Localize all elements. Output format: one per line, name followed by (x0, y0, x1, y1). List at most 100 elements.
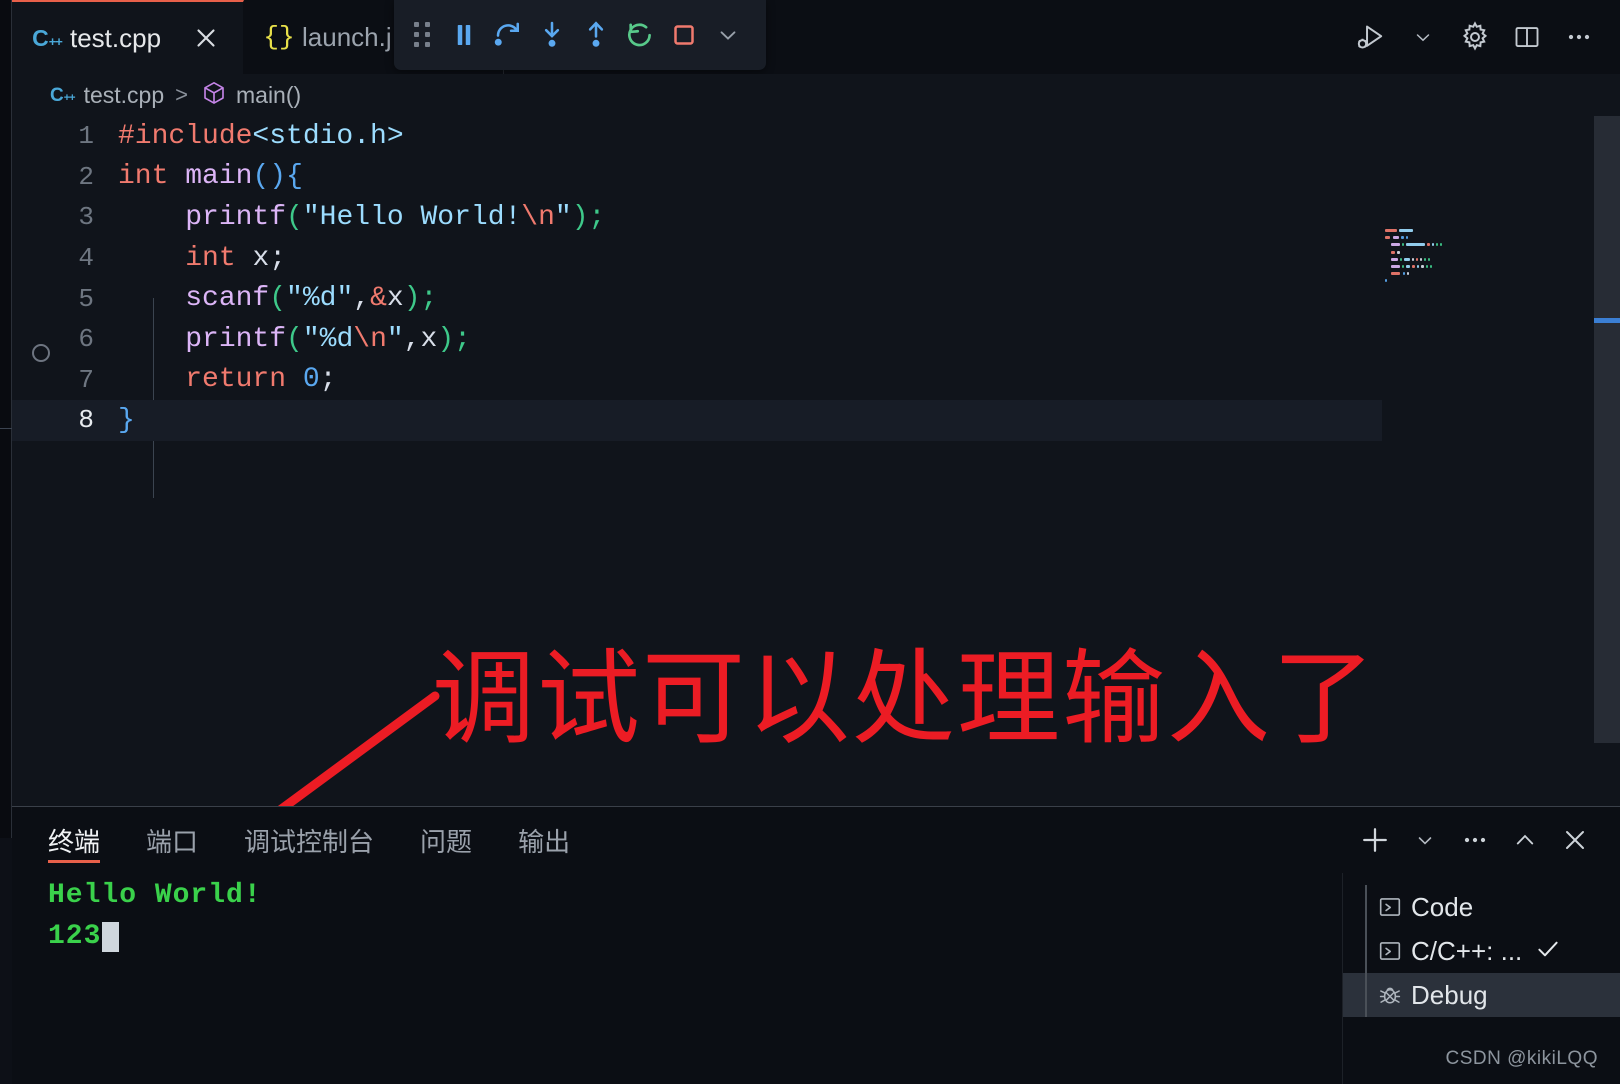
code-line[interactable]: 3 printf("Hello World!\n"); (12, 197, 1620, 238)
plus-icon[interactable] (1352, 817, 1398, 863)
breadcrumb-file[interactable]: test.cpp (84, 82, 165, 109)
code-token: \n (521, 201, 555, 233)
bottom-panel: 终端 端口 调试控制台 问题 输出 Hello World! 123 Code … (12, 806, 1620, 1084)
code-token: ( (269, 283, 287, 315)
list-indent-bar (1365, 929, 1367, 973)
minimap-token (1405, 236, 1408, 240)
scrollbar-slider[interactable] (1594, 116, 1620, 743)
terminal-list-item[interactable]: Code (1343, 885, 1620, 929)
breadcrumb-separator: > (175, 82, 188, 107)
check-icon (1534, 935, 1562, 968)
line-number: 6 (78, 324, 94, 355)
minimap-token (1420, 257, 1423, 261)
code-line[interactable]: 5 scanf("%d",&x); (12, 278, 1620, 319)
minimap-token (1405, 264, 1411, 268)
terminal-list-item[interactable]: Debug (1343, 973, 1620, 1017)
minimap-token (1430, 264, 1433, 268)
chevron-down-icon[interactable] (1400, 14, 1446, 60)
line-number: 7 (78, 364, 94, 395)
close-icon[interactable] (1552, 817, 1598, 863)
code-token: main (185, 161, 253, 193)
tab-test-cpp[interactable]: C ++ test.cpp (12, 0, 244, 74)
vscode-window: C ++ test.cpp {} launch.j C ++ test.cpp … (0, 0, 1620, 1084)
code-token: "Hello World! (302, 201, 522, 233)
step-over-icon[interactable] (486, 13, 530, 57)
minimap-token (1436, 243, 1439, 247)
step-out-icon[interactable] (574, 13, 618, 57)
code-line[interactable]: 7 return 0; (12, 360, 1620, 401)
tab-label: test.cpp (70, 22, 162, 53)
code-line[interactable]: 6 printf("%d\n",x); (12, 319, 1620, 360)
restart-icon[interactable] (618, 13, 662, 57)
minimap-line (1385, 242, 1467, 247)
line-number: 5 (78, 283, 94, 314)
terminal-output[interactable]: Hello World! 123 (48, 881, 1336, 1084)
drag-handle-icon[interactable] (414, 22, 436, 48)
cpp-file-icon: C ++ (32, 24, 63, 51)
line-number: 1 (78, 121, 94, 152)
minimap-token (1400, 257, 1403, 261)
minimap-token (1405, 243, 1426, 247)
close-icon[interactable] (191, 23, 221, 53)
code-line[interactable]: 2 int main(){ (12, 157, 1620, 198)
terminal-list-item[interactable]: C/C++: ... (1343, 929, 1620, 973)
editor-actions (1348, 0, 1602, 74)
code-line[interactable]: 8} (12, 400, 1382, 441)
panel-tab[interactable]: 输出 (518, 807, 570, 873)
panel-tab[interactable]: 端口 (146, 807, 198, 873)
minimap-line (1385, 271, 1467, 276)
line-text: printf("%d\n",x); (116, 324, 471, 355)
code-token: } (118, 404, 135, 436)
json-file-icon: {} (263, 22, 295, 52)
ellipsis-icon[interactable] (1452, 817, 1498, 863)
terminal-list-label: Debug (1411, 979, 1488, 1010)
symbol-cube-icon (201, 80, 227, 111)
line-number: 2 (78, 161, 94, 192)
breadcrumb-symbol[interactable]: main() (236, 82, 301, 109)
gear-icon[interactable] (1452, 14, 1498, 60)
code-token: ( (286, 323, 303, 355)
cursor-marker (1594, 318, 1620, 323)
code-token: ) (403, 283, 421, 315)
terminal-text: 123 (48, 921, 102, 952)
breadcrumb: C ++ test.cpp > main() (12, 74, 1620, 116)
editor-scrollbar[interactable] (1594, 116, 1620, 806)
chevron-down-icon[interactable] (706, 13, 750, 57)
panel-tab[interactable]: 问题 (420, 807, 472, 873)
cpp-file-icon: C ++ (50, 84, 76, 106)
line-text: return 0; (116, 364, 336, 395)
code-token: & (370, 283, 387, 315)
split-editor-icon[interactable] (1504, 14, 1550, 60)
minimap-token (1412, 264, 1416, 268)
step-into-icon[interactable] (530, 13, 574, 57)
chevron-up-icon[interactable] (1502, 817, 1548, 863)
bug-icon (1373, 982, 1407, 1008)
run-debug-icon[interactable] (1348, 14, 1394, 60)
minimap-line (1385, 235, 1467, 240)
minimap-token (1427, 243, 1431, 247)
code-token: 0 (302, 364, 320, 396)
stop-icon[interactable] (662, 13, 706, 57)
code-token: ; (588, 201, 606, 233)
terminal-text: Hello World! (48, 880, 262, 911)
ellipsis-icon[interactable] (1556, 14, 1602, 60)
minimap-token (1392, 236, 1399, 240)
code-line[interactable]: 4 int x; (12, 238, 1620, 279)
code-token: "%d" (286, 283, 354, 315)
chevron-down-icon[interactable] (1402, 817, 1448, 863)
terminal-icon (1373, 938, 1407, 964)
panel-tab[interactable]: 调试控制台 (244, 807, 374, 873)
tab-label: launch.j (302, 21, 392, 52)
line-number: 3 (78, 202, 94, 233)
code-line[interactable]: 1 #include<stdio.h> (12, 116, 1620, 157)
minimap[interactable] (1385, 228, 1467, 288)
panel-tab[interactable]: 终端 (48, 807, 101, 873)
debug-toolbar (394, 0, 766, 70)
line-number: 4 (78, 243, 94, 274)
code-token: scanf (185, 283, 270, 315)
pause-icon[interactable] (442, 13, 486, 57)
panel-tab-bar: 终端 端口 调试控制台 问题 输出 (12, 807, 616, 873)
